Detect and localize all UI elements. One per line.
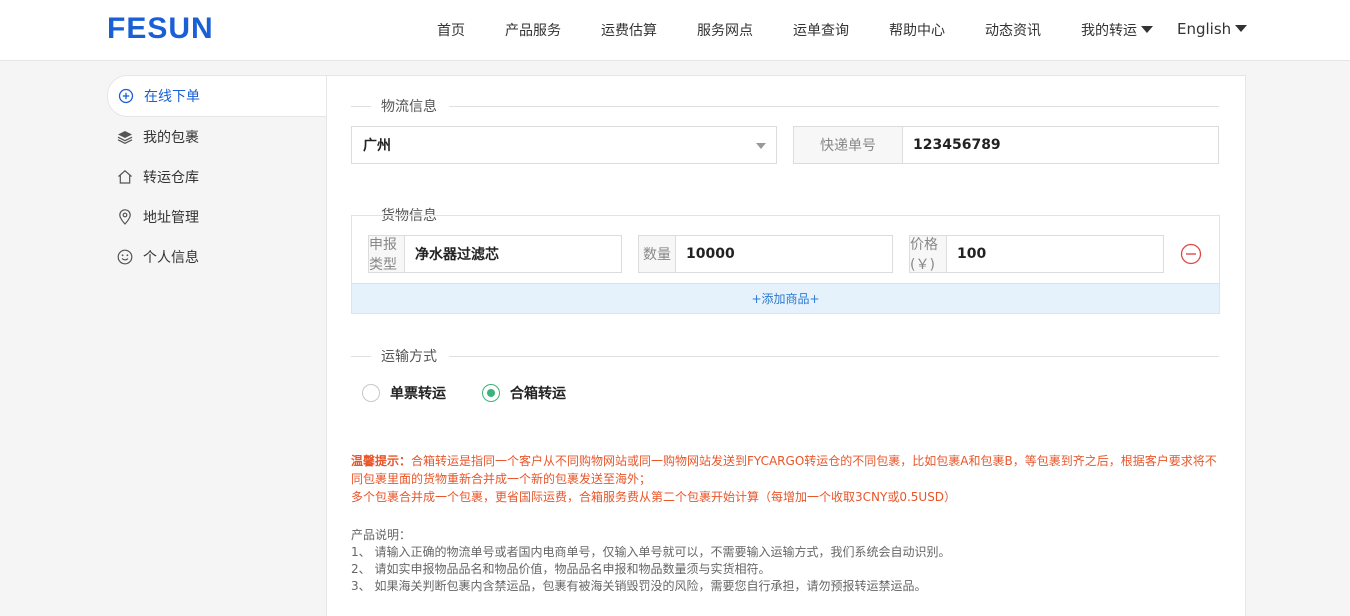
- quantity-field: 数量: [638, 235, 893, 273]
- language-selector[interactable]: English: [1177, 20, 1248, 38]
- dropdown-arrow-icon: [756, 143, 766, 149]
- tip-text-1: 合箱转运是指同一个客户从不同购物网站或同一购物网站发送到FYCARGO转运仓的不…: [351, 454, 1217, 486]
- section-title-text: 运输方式: [381, 349, 437, 365]
- nav-home[interactable]: 首页: [437, 20, 465, 40]
- sidebar-item-my-packages[interactable]: 我的包裹: [107, 117, 325, 157]
- divider: [351, 105, 371, 107]
- city-select-value: 广州: [363, 138, 391, 154]
- tip-line-1: 温馨提示：合箱转运是指同一个客户从不同购物网站或同一购物网站发送到FYCARGO…: [351, 452, 1221, 488]
- radio-circle-checked: [482, 384, 500, 402]
- order-form-panel: 物流信息 广州 快递单号 货物信息 申报类型 数量 价格(￥) +添加商品+: [326, 75, 1246, 616]
- radio-consolidated-shipment[interactable]: 合箱转运: [482, 383, 566, 403]
- sidebar-item-label: 我的包裹: [143, 130, 199, 146]
- product-description: 产品说明： 1、 请输入正确的物流单号或者国内电商单号，仅输入单号就可以，不需要…: [351, 527, 1221, 595]
- sidebar-item-address[interactable]: 地址管理: [107, 197, 325, 237]
- nav-products[interactable]: 产品服务: [505, 20, 561, 40]
- divider: [351, 355, 371, 357]
- declare-type-label: 申报类型: [369, 236, 405, 273]
- shipping-section-title: 运输方式: [351, 346, 1219, 366]
- plus-circle-icon: [117, 87, 135, 105]
- caret-down-icon: [1235, 25, 1248, 32]
- quantity-label: 数量: [639, 236, 676, 272]
- description-item: 2、 请如实申报物品品名和物品价值，物品品名申报和物品数量须与实货相符。: [351, 562, 771, 576]
- tracking-number-input[interactable]: [903, 127, 1218, 163]
- description-title: 产品说明：: [351, 528, 412, 542]
- declare-type-field: 申报类型: [368, 235, 622, 273]
- radio-circle: [362, 384, 380, 402]
- radio-single-shipment[interactable]: 单票转运: [362, 383, 446, 403]
- warm-tip: 温馨提示：合箱转运是指同一个客户从不同购物网站或同一购物网站发送到FYCARGO…: [351, 452, 1221, 506]
- add-goods-button[interactable]: +添加商品+: [352, 283, 1219, 313]
- nav-service-outlets[interactable]: 服务网点: [697, 20, 753, 40]
- layers-icon: [116, 128, 134, 146]
- home-icon: [116, 168, 134, 186]
- sidebar-item-online-order[interactable]: 在线下单: [107, 75, 327, 117]
- tip-text-2: 多个包裹合并成一个包裹，更省国际运费，合箱服务费从第二个包裹开始计算（每增加一个…: [351, 490, 957, 504]
- remove-item-icon[interactable]: [1180, 243, 1202, 265]
- language-label: English: [1177, 20, 1232, 38]
- declare-type-input[interactable]: [405, 236, 621, 272]
- section-title-text: 物流信息: [381, 99, 437, 115]
- location-pin-icon: [116, 208, 134, 226]
- divider: [449, 105, 1219, 107]
- city-select[interactable]: 广州: [351, 126, 777, 164]
- description-item: 3、 如果海关判断包裹内含禁运品，包裹有被海关销毁罚没的风险，需要您自行承担，请…: [351, 579, 927, 593]
- sidebar: 在线下单 我的包裹 转运仓库 地址管理 个人信息: [107, 75, 327, 600]
- sidebar-item-warehouse[interactable]: 转运仓库: [107, 157, 325, 197]
- radio-label: 单票转运: [390, 386, 446, 402]
- divider: [449, 355, 1219, 357]
- description-item: 1、 请输入正确的物流单号或者国内电商单号，仅输入单号就可以，不需要输入运输方式…: [351, 545, 951, 559]
- radio-dot: [487, 389, 495, 397]
- nav-news[interactable]: 动态资讯: [985, 20, 1041, 40]
- nav-my-forwarding[interactable]: 我的转运: [1081, 20, 1153, 40]
- tracking-number-label: 快递单号: [794, 127, 903, 163]
- sidebar-item-profile[interactable]: 个人信息: [107, 237, 325, 277]
- sidebar-item-label: 地址管理: [143, 210, 199, 226]
- nav-help-center[interactable]: 帮助中心: [889, 20, 945, 40]
- tip-prefix: 温馨提示：: [351, 454, 412, 468]
- top-header: FESUN 首页 产品服务 运费估算 服务网点 运单查询 帮助中心 动态资讯 我…: [0, 0, 1350, 61]
- main-nav: 首页 产品服务 运费估算 服务网点 运单查询 帮助中心 动态资讯 我的转运 En…: [0, 0, 1350, 60]
- quantity-input[interactable]: [676, 236, 892, 272]
- logistics-section-title: 物流信息: [351, 96, 1219, 116]
- nav-my-forwarding-label: 我的转运: [1081, 23, 1137, 39]
- price-label: 价格(￥): [910, 236, 947, 273]
- sidebar-item-label: 转运仓库: [143, 170, 199, 186]
- nav-waybill-query[interactable]: 运单查询: [793, 20, 849, 40]
- smiley-icon: [116, 248, 134, 266]
- tracking-number-field: 快递单号: [793, 126, 1219, 164]
- radio-label: 合箱转运: [510, 386, 566, 402]
- sidebar-item-label: 在线下单: [144, 89, 200, 105]
- nav-freight-estimate[interactable]: 运费估算: [601, 20, 657, 40]
- price-input[interactable]: [947, 236, 1163, 272]
- caret-down-icon: [1141, 26, 1153, 33]
- sidebar-item-label: 个人信息: [143, 250, 199, 266]
- price-field: 价格(￥): [909, 235, 1164, 273]
- goods-box: 申报类型 数量 价格(￥) +添加商品+: [351, 215, 1220, 314]
